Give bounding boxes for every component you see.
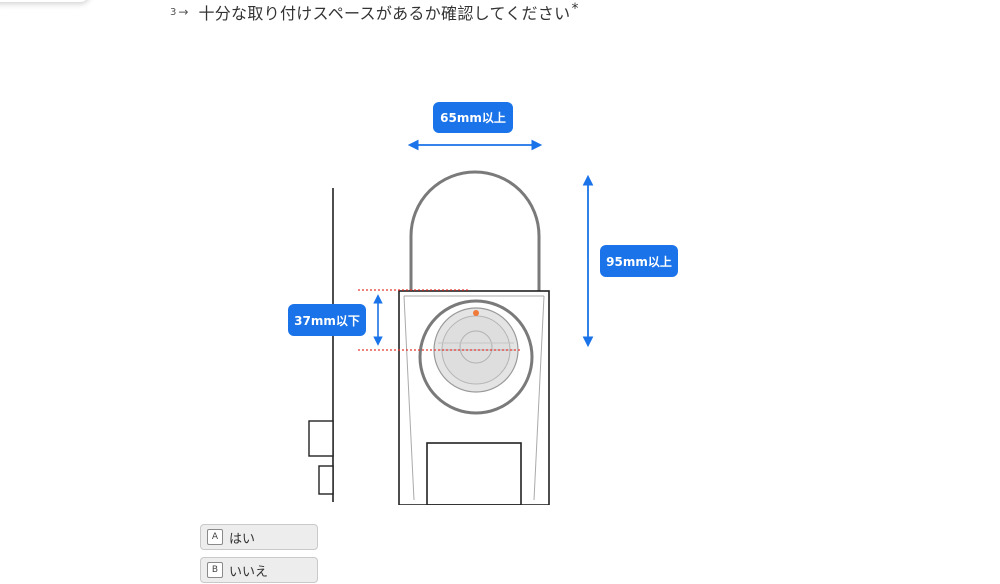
lock-body-outline xyxy=(409,170,541,291)
choice-label-yes: はい xyxy=(229,531,256,547)
offset-badge: 37mm以下 xyxy=(288,304,366,336)
door-frame xyxy=(308,188,334,502)
choice-label-no: いいえ xyxy=(229,564,269,580)
lock-knob xyxy=(418,299,534,415)
installation-diagram: 65mm以上 95mm以上 37mm以下 xyxy=(288,102,678,505)
width-label: 65mm以上 xyxy=(440,110,506,125)
choice-key-a: A xyxy=(207,529,223,545)
knob-marker-dot xyxy=(473,310,479,316)
height-label: 95mm以上 xyxy=(606,254,672,269)
choice-no[interactable]: B いいえ xyxy=(200,557,318,583)
offset-label: 37mm以下 xyxy=(294,314,360,328)
height-badge: 95mm以上 xyxy=(600,245,678,277)
width-badge: 65mm以上 xyxy=(433,102,513,133)
choice-key-b: B xyxy=(207,562,223,578)
choice-yes[interactable]: A はい xyxy=(200,524,318,550)
